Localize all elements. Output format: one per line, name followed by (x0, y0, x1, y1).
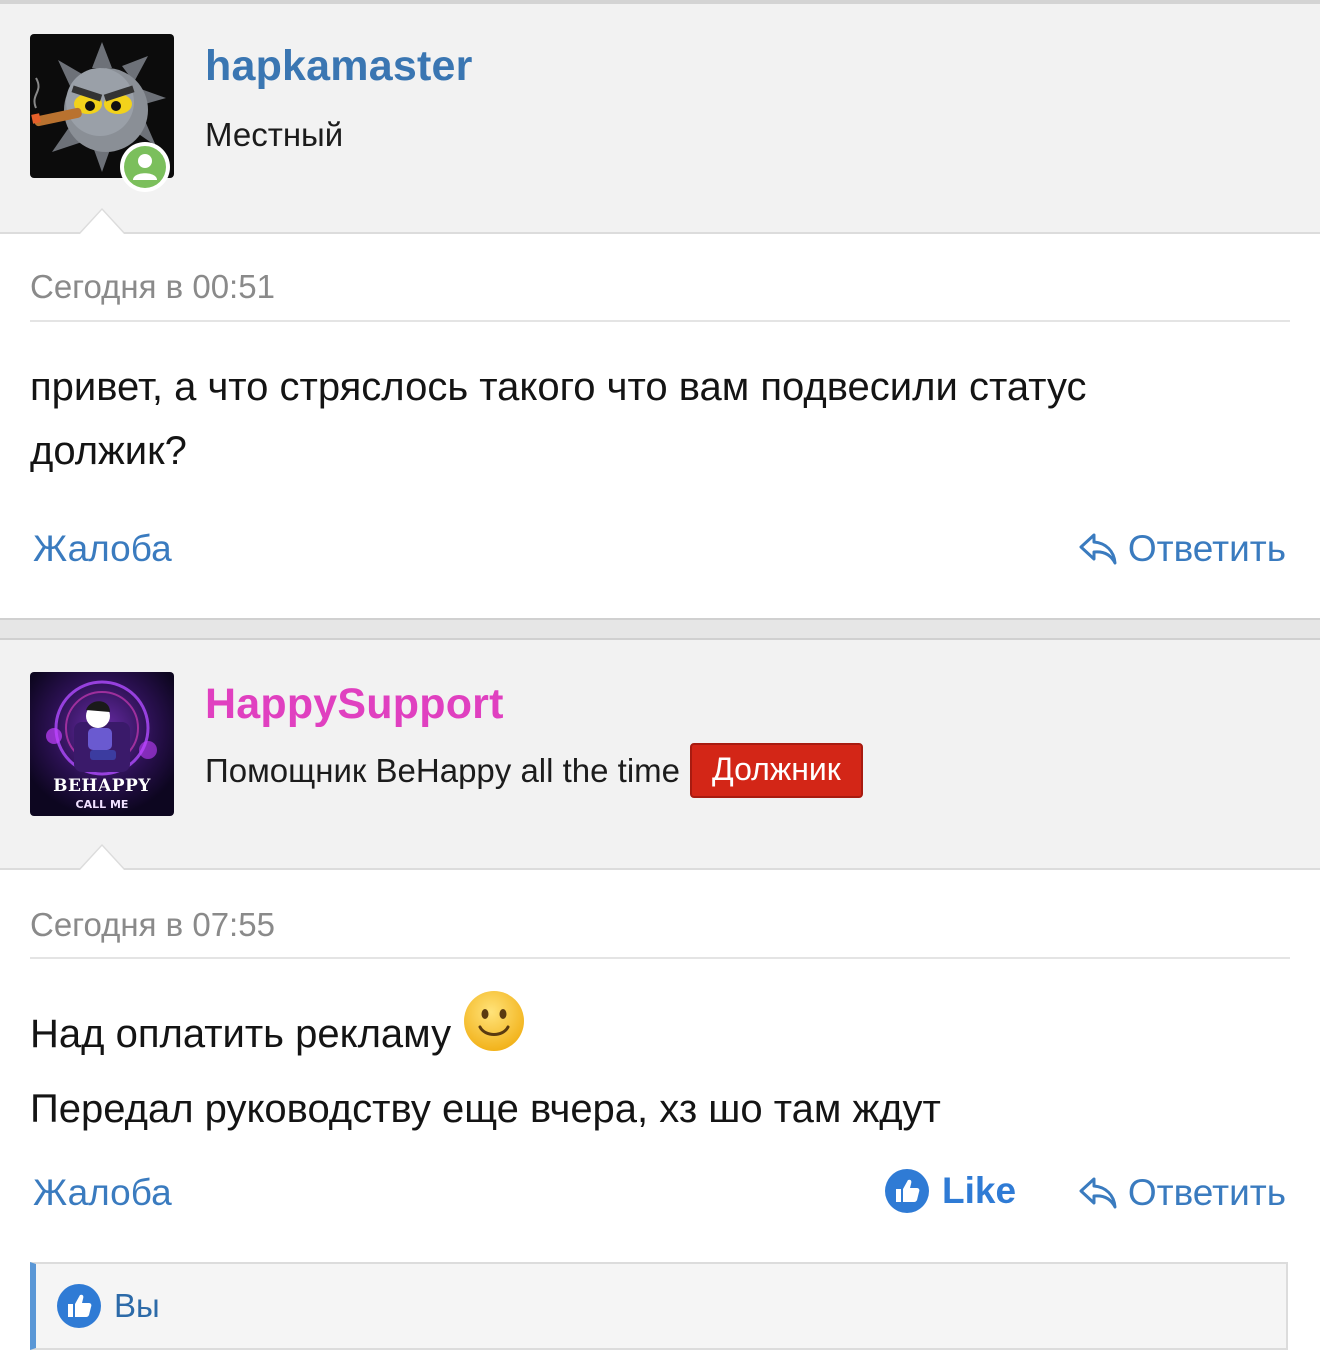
thumbs-up-icon (57, 1284, 101, 1328)
post-2-reply-label: Ответить (1127, 1172, 1286, 1213)
post-1-username[interactable]: hapkamaster (205, 42, 473, 91)
post-2-user-header: BEHAPPY CALL ME HappySupport Помощник Be… (0, 640, 1320, 870)
post-1-user-title: Местный (205, 116, 344, 153)
post-1-body: привет, а что стряслось такого что вам п… (30, 355, 1290, 483)
avatar-brand-text: BEHAPPY (53, 776, 151, 796)
post-1-reply-label: Ответить (1127, 528, 1286, 569)
post-2-like-label: Like (942, 1170, 1017, 1211)
smiling-face-emoji-icon (463, 990, 525, 1071)
post-1-body-line: должик? (30, 429, 187, 473)
post-2-user-title: Помощник BeHappy all the time (205, 752, 681, 790)
post-1-reply-link[interactable]: Ответить (1078, 528, 1286, 570)
post-1-report-link[interactable]: Жалоба (33, 528, 172, 570)
post-1-date-divider (30, 320, 1290, 322)
post-2-avatar[interactable]: BEHAPPY CALL ME (30, 672, 174, 816)
post-2-username[interactable]: HappySupport (205, 680, 504, 729)
thumbs-up-icon (885, 1169, 929, 1213)
post-1-user-header: hapkamaster Местный (0, 4, 1320, 234)
reply-arrow-icon (1079, 533, 1117, 565)
post-2-like-button[interactable]: Like (884, 1168, 1016, 1214)
avatar-subtext: CALL ME (75, 798, 129, 811)
post-1-date[interactable]: Сегодня в 00:51 (30, 268, 275, 306)
post-1-body-line: привет, а что стряслось такого что вам п… (30, 365, 1087, 409)
debtor-badge: Должник (690, 743, 863, 798)
likes-list-text[interactable]: Вы (114, 1287, 160, 1325)
post-2-body-line: Над оплатить рекламу (30, 991, 1290, 1077)
post-2-likes-bar[interactable]: Вы (30, 1262, 1288, 1350)
post-separator (0, 618, 1320, 640)
post-2-reply-link[interactable]: Ответить (1078, 1172, 1286, 1214)
post-2-body-line: Передал руководству еще вчера, хз шо там… (30, 1087, 941, 1131)
post-2-user-title-row: Помощник BeHappy all the time Должник (205, 743, 863, 801)
user-icon (133, 154, 157, 180)
online-status-badge (120, 142, 170, 192)
post-2-body: Над оплатить рекламу Передал руководству… (30, 991, 1290, 1141)
post-2-date-divider (30, 957, 1290, 959)
post-2-report-link[interactable]: Жалоба (33, 1172, 172, 1214)
post-2-date[interactable]: Сегодня в 07:55 (30, 906, 275, 944)
reply-arrow-icon (1079, 1177, 1117, 1209)
post-2-body-text: Над оплатить рекламу (30, 1012, 452, 1057)
